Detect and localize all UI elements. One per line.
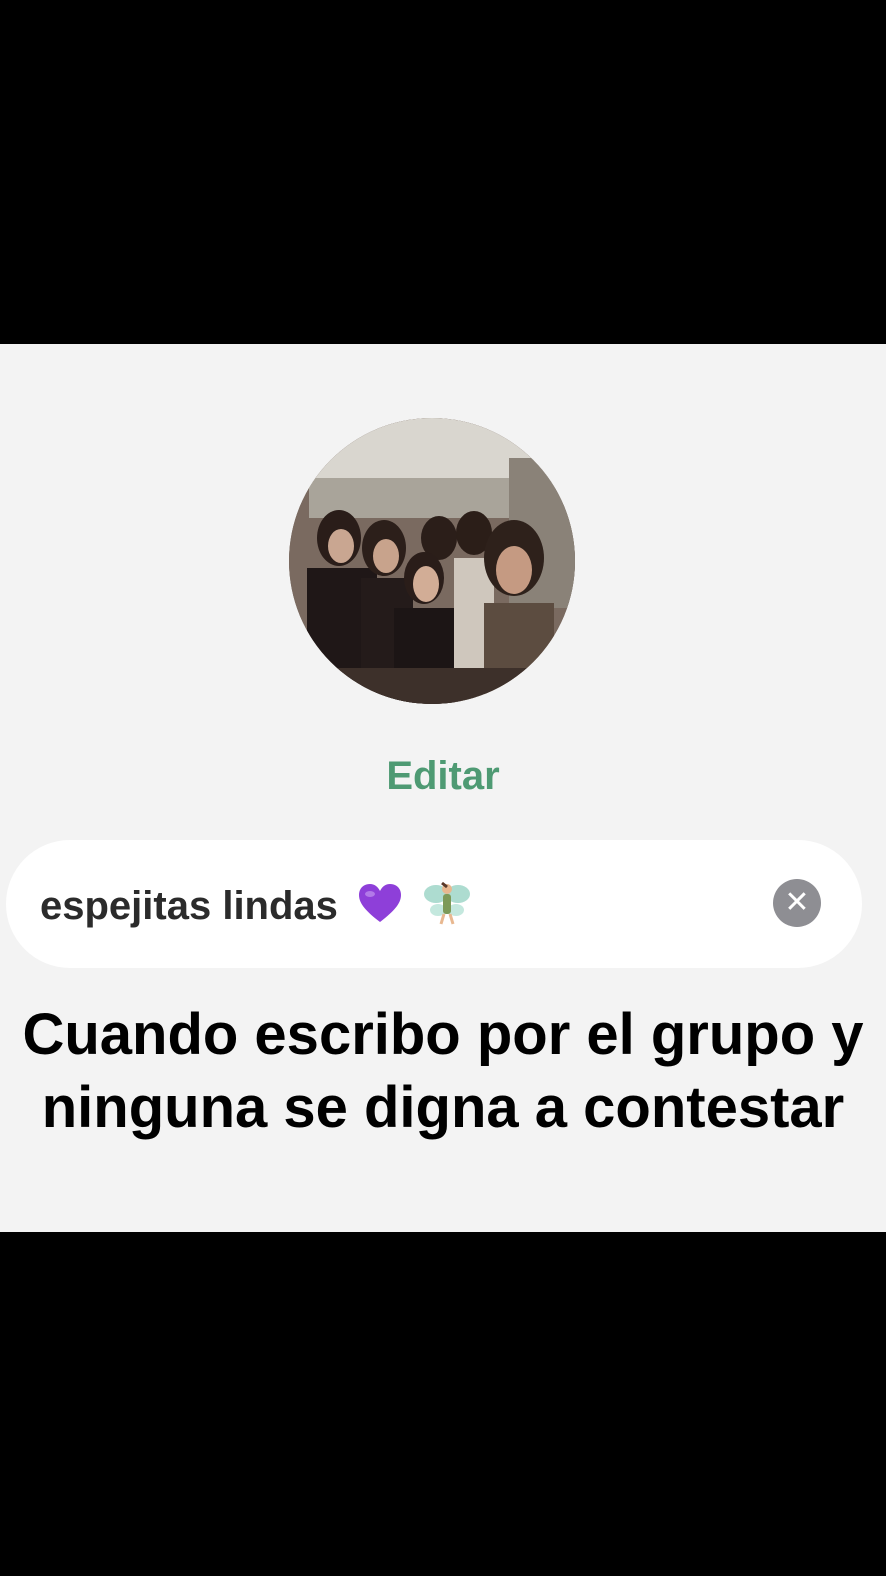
video-frame: Editar espejitas lindas ✕ Cuando escribo… [0,0,886,1576]
fairy-icon [422,878,472,939]
group-avatar[interactable] [289,418,575,704]
clear-x-icon[interactable]: ✕ [773,879,821,927]
purple-heart-icon [357,882,403,935]
group-name-field[interactable]: espejitas lindas ✕ [6,840,862,968]
group-info-panel: Editar espejitas lindas ✕ Cuando escribo… [0,344,886,1232]
group-name-value[interactable]: espejitas lindas [40,878,472,939]
group-photo [289,418,575,704]
edit-photo-button[interactable]: Editar [0,754,886,799]
video-caption: Cuando escribo por el grupo y ninguna se… [22,1002,864,1140]
group-name-text: espejitas lindas [40,884,338,929]
